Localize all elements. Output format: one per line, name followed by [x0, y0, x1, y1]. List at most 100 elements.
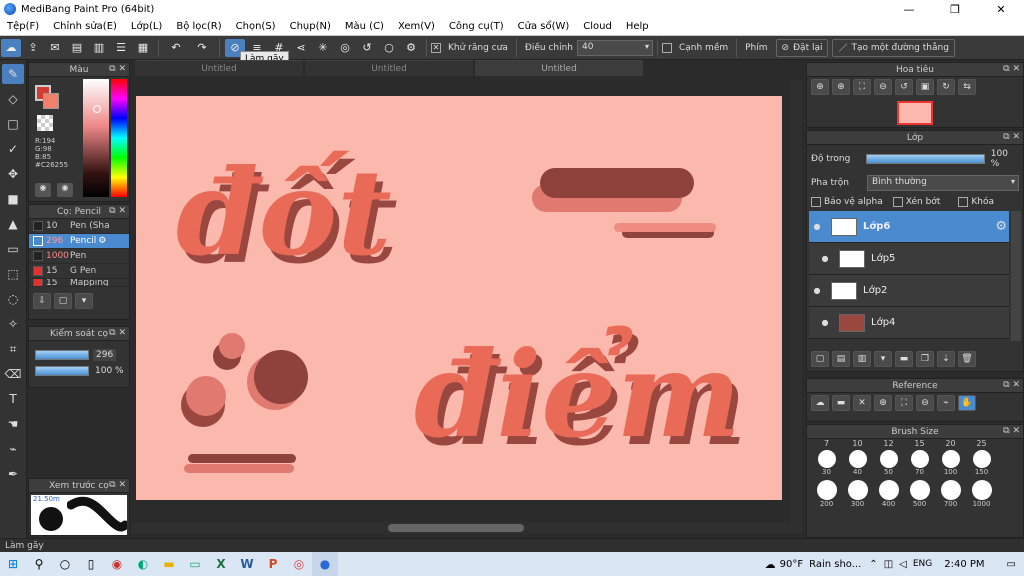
visibility-icon[interactable]: ●: [809, 286, 825, 295]
secondary-color-swatch[interactable]: [43, 93, 59, 109]
new-halftone-layer-icon[interactable]: ▤: [832, 351, 850, 367]
zoom-in-alt-icon[interactable]: ⊕: [832, 79, 850, 95]
layer-row[interactable]: ● Lớp5: [809, 243, 1009, 275]
size-preset[interactable]: 500: [904, 480, 935, 508]
brush-tool-icon[interactable]: ✎: [2, 64, 24, 84]
rotate-right-icon[interactable]: ↻: [937, 79, 955, 95]
comment-icon[interactable]: ✉: [45, 39, 65, 57]
adjust-select[interactable]: 40: [576, 39, 653, 56]
select-eraser-tool-icon[interactable]: ⌫: [2, 364, 24, 384]
visibility-icon[interactable]: ●: [817, 254, 833, 263]
saturation-value-picker[interactable]: [83, 79, 109, 197]
layer-scrollbar[interactable]: [1011, 211, 1021, 341]
brush-opacity-slider[interactable]: [35, 366, 89, 376]
visibility-icon[interactable]: ●: [809, 222, 825, 231]
menu-color[interactable]: Màu (C): [338, 21, 391, 32]
maximize-button[interactable]: ❐: [932, 0, 978, 18]
powerpoint-icon[interactable]: P: [260, 552, 286, 576]
menu-view[interactable]: Xem(V): [391, 21, 442, 32]
network-icon[interactable]: ◫: [884, 559, 893, 570]
dot-tool-icon[interactable]: ✓: [2, 139, 24, 159]
panel-close-icon[interactable]: ⧉ ✕: [109, 64, 126, 74]
snap-circle-icon[interactable]: ◎: [335, 39, 355, 57]
layer-opacity-slider[interactable]: [866, 154, 985, 164]
minimize-button[interactable]: —: [886, 0, 932, 18]
word-icon[interactable]: W: [234, 552, 260, 576]
task-view-icon[interactable]: ▯: [78, 552, 104, 576]
panel-close-icon[interactable]: ⧉ ✕: [1003, 426, 1020, 436]
zoom-out-icon[interactable]: ⊖: [874, 79, 892, 95]
lasso-tool-icon[interactable]: ◌: [2, 289, 24, 309]
tray-chevron-icon[interactable]: ⌃: [869, 559, 877, 570]
picker-marker[interactable]: [93, 105, 101, 113]
grid-page-icon[interactable]: ▦: [133, 39, 153, 57]
snap-radial-icon[interactable]: ✳: [313, 39, 333, 57]
rotate-left-icon[interactable]: ↺: [895, 79, 913, 95]
size-preset[interactable]: 12: [873, 439, 904, 448]
select-pen-tool-icon[interactable]: ⌗: [2, 339, 24, 359]
size-preset[interactable]: 200: [811, 480, 842, 508]
close-reference-icon[interactable]: ✕: [853, 395, 871, 411]
tab-document-active[interactable]: Untitled: [475, 60, 643, 76]
magic-wand-tool-icon[interactable]: ✧: [2, 314, 24, 334]
bucket-tool-icon[interactable]: ▲: [2, 214, 24, 234]
canvas-horizontal-scrollbar[interactable]: [132, 522, 802, 534]
list-icon[interactable]: ☰: [111, 39, 131, 57]
operation-tool-icon[interactable]: ☚: [2, 414, 24, 434]
size-preset[interactable]: 15: [904, 439, 935, 448]
soft-edge-checkbox[interactable]: [661, 42, 672, 53]
antialias-checkbox[interactable]: ✕: [431, 42, 441, 53]
clock-time[interactable]: 2:40 PM: [944, 559, 984, 570]
size-preset[interactable]: 400: [873, 480, 904, 508]
size-preset[interactable]: 300: [842, 480, 873, 508]
layer-row[interactable]: ● Lớp2: [809, 275, 1009, 307]
menu-select[interactable]: Chọn(S): [229, 21, 283, 32]
cloud-icon[interactable]: ☁: [811, 395, 829, 411]
menu-help[interactable]: Help: [619, 21, 656, 32]
cloud-download-icon[interactable]: ⇩: [33, 293, 51, 309]
panel-close-icon[interactable]: ⧉ ✕: [109, 206, 126, 216]
rectangle-tool-icon[interactable]: □: [2, 114, 24, 134]
size-preset[interactable]: 20: [935, 439, 966, 448]
hue-slider[interactable]: [111, 79, 127, 197]
note-icon[interactable]: ▤: [67, 39, 87, 57]
undo-icon[interactable]: ↶: [164, 39, 188, 57]
size-preset[interactable]: 30: [811, 450, 842, 476]
snap-perspective-icon[interactable]: ⋖: [291, 39, 311, 57]
windows-start-icon[interactable]: ⊞: [0, 552, 26, 576]
medibang-icon[interactable]: ●: [312, 552, 338, 576]
transparent-swatch[interactable]: [37, 115, 53, 131]
menu-snap[interactable]: Chụp(N): [283, 21, 338, 32]
input-language[interactable]: ENG: [913, 559, 932, 569]
zoom-in-icon[interactable]: ⊕: [874, 395, 892, 411]
size-preset[interactable]: 150: [966, 450, 997, 476]
blend-mode-select[interactable]: Bình thường: [867, 175, 1019, 191]
folder-icon[interactable]: ▬: [895, 351, 913, 367]
notification-icon[interactable]: ▭: [1007, 559, 1016, 570]
zoom-in-icon[interactable]: ⊕: [811, 79, 829, 95]
snap-curve-icon[interactable]: ↺: [357, 39, 377, 57]
new-brush-icon[interactable]: ▢: [54, 293, 72, 309]
share-icon[interactable]: ⇪: [23, 39, 43, 57]
size-preset[interactable]: 1000: [966, 480, 997, 508]
menu-cloud[interactable]: Cloud: [576, 21, 619, 32]
size-preset[interactable]: 100: [935, 450, 966, 476]
menu-tools[interactable]: Công cụ(T): [442, 21, 511, 32]
pen-tool-icon[interactable]: ✒: [2, 464, 24, 484]
tab-document[interactable]: Untitled: [305, 60, 473, 76]
weather-icon[interactable]: ☁: [765, 558, 776, 571]
layer-row-selected[interactable]: ● Lớp6 ⚙: [809, 211, 1009, 243]
scroll-thumb[interactable]: [388, 524, 524, 532]
text-tool-icon[interactable]: T: [2, 389, 24, 409]
new-layer-icon[interactable]: ▢: [811, 351, 829, 367]
fill-rect-tool-icon[interactable]: ■: [2, 189, 24, 209]
weather-temp[interactable]: 90°F: [780, 559, 803, 570]
delete-layer-icon[interactable]: 🗑: [958, 351, 976, 367]
panel-close-icon[interactable]: ⧉ ✕: [1003, 132, 1020, 142]
cortana-icon[interactable]: ○: [52, 552, 78, 576]
menu-window[interactable]: Cửa sổ(W): [511, 21, 577, 32]
open-folder-icon[interactable]: ▬: [832, 395, 850, 411]
hand-icon[interactable]: ✋: [958, 395, 976, 411]
brush-settings-icon[interactable]: ⚙: [98, 236, 106, 246]
panel-close-icon[interactable]: ⧉ ✕: [109, 328, 126, 338]
